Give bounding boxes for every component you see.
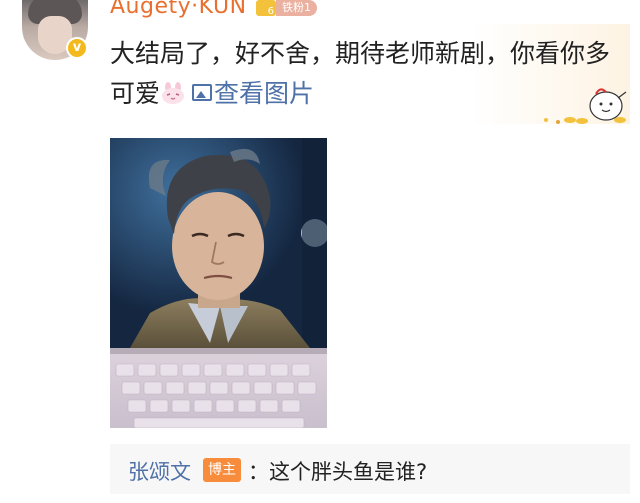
- view-image-label: 查看图片: [214, 79, 315, 108]
- rabbit-emoji-icon: [160, 76, 186, 104]
- attached-photo[interactable]: [110, 138, 327, 428]
- fan-badge: 铁粉1: [276, 0, 317, 16]
- comment-username[interactable]: Augety·KUN: [110, 0, 247, 19]
- reply-author[interactable]: 张颂文: [128, 456, 191, 486]
- blogger-badge: 博主: [203, 458, 241, 482]
- verified-icon: v: [66, 37, 88, 59]
- picture-icon: [192, 84, 213, 101]
- comment-body: 大结局了，好不舍，期待老师新剧，你看你多可爱 查看图片: [110, 34, 610, 114]
- reply-box[interactable]: 张颂文 博主 ：这个胖头鱼是谁?: [110, 444, 630, 494]
- mascot-sticker: [540, 82, 632, 126]
- view-image-link[interactable]: 查看图片: [186, 79, 314, 108]
- comment-page: v Augety·KUN 6 铁粉1 大结局了，好不舍，期待老师新剧，你看你多可…: [0, 0, 640, 503]
- fan-level-icon: 6: [256, 0, 276, 17]
- reply-text: ：这个胖头鱼是谁?: [248, 460, 428, 484]
